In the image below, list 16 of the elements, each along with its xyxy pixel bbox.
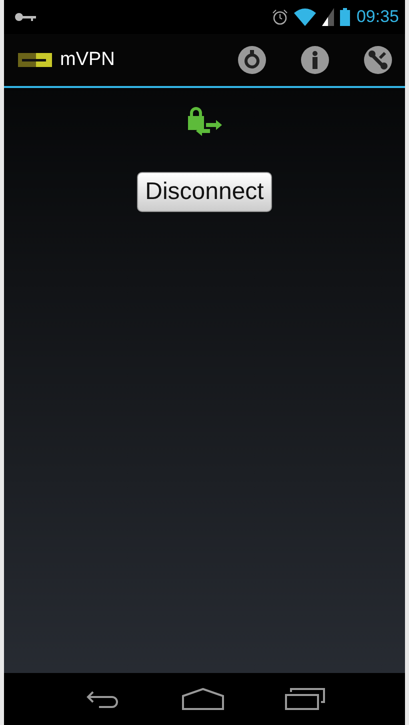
app-logo-icon: [18, 53, 52, 67]
key-icon: [14, 12, 36, 22]
info-button[interactable]: [300, 45, 330, 75]
battery-icon: [340, 8, 350, 26]
signal-icon: [322, 8, 334, 26]
timer-button[interactable]: [237, 45, 267, 75]
vpn-lock-icon: [186, 106, 224, 136]
settings-button[interactable]: [363, 45, 393, 75]
back-button[interactable]: [84, 689, 120, 709]
app-title: mVPN: [60, 49, 115, 71]
alarm-icon: [272, 9, 288, 25]
wifi-icon: [294, 8, 316, 26]
disconnect-button[interactable]: Disconnect: [137, 172, 272, 212]
home-button[interactable]: [182, 688, 224, 710]
status-time: 09:35: [356, 7, 399, 27]
recent-apps-button[interactable]: [284, 688, 324, 710]
